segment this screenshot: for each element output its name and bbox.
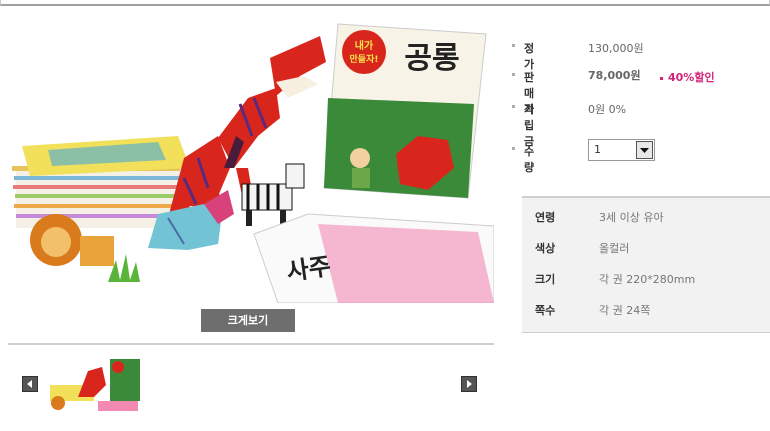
book-cover: 내가 만들자! 공롱 — [323, 23, 487, 199]
spec-value: 올컬러 — [599, 242, 630, 255]
spec-label: 크기 — [535, 273, 556, 286]
spec-table: 연령 3세 이상 유아 색상 올컬러 크기 각 권 220*280mm 쪽수 각… — [522, 196, 770, 333]
bullet-icon — [512, 147, 515, 150]
list-price-label: 정가 — [524, 42, 535, 71]
list-price-value: 130,000원 — [588, 42, 644, 55]
dropdown-button[interactable] — [636, 141, 653, 159]
triangle-down-icon — [640, 148, 649, 153]
thumbnail-next-button[interactable] — [461, 376, 477, 392]
thumbnail-prev-button[interactable] — [22, 376, 38, 392]
spec-label: 쪽수 — [535, 304, 556, 317]
spec-label: 색상 — [535, 242, 556, 255]
spec-row: 색상 올컬러 — [522, 238, 770, 258]
sale-price-value: 78,000원 — [588, 69, 641, 82]
thumbnail-image[interactable] — [48, 357, 142, 412]
quantity-value: 1 — [594, 143, 601, 156]
discount-badge: 40%할인 — [660, 69, 715, 85]
product-main-image: 내가 만들자! 공롱 사주 — [8, 18, 494, 303]
discount-label: 40%할인 — [668, 71, 715, 84]
spec-row: 연령 3세 이상 유아 — [522, 207, 770, 227]
zoom-button[interactable]: 크게보기 — [201, 309, 295, 332]
zebra-figure — [241, 163, 305, 226]
top-frame — [0, 0, 770, 6]
spec-value: 3세 이상 유아 — [599, 211, 664, 224]
spec-label: 연령 — [535, 211, 556, 224]
book-badge-line2: 만들자! — [350, 53, 379, 65]
points-value: 0원 0% — [588, 103, 627, 116]
chevron-right-icon — [467, 380, 472, 388]
spec-row: 크기 각 권 220*280mm — [522, 269, 770, 289]
book-badge-line1: 내가 — [355, 39, 374, 52]
bullet-icon — [660, 76, 663, 80]
spec-value: 각 권 24쪽 — [599, 304, 651, 317]
bullet-icon — [512, 105, 515, 108]
bullet-icon — [512, 73, 515, 76]
book-2: 사주 — [253, 213, 494, 303]
spec-value: 각 권 220*280mm — [599, 273, 696, 286]
bullet-icon — [512, 44, 515, 47]
thumbnail-divider — [8, 343, 494, 345]
quantity-label: 수량 — [524, 145, 535, 174]
spec-row: 쪽수 각 권 24쪽 — [522, 300, 770, 320]
chevron-left-icon — [27, 380, 32, 388]
book-title-text: 공롱 — [404, 41, 459, 76]
quantity-select[interactable]: 1 — [588, 139, 655, 161]
points-label: 적립금 — [524, 103, 535, 148]
